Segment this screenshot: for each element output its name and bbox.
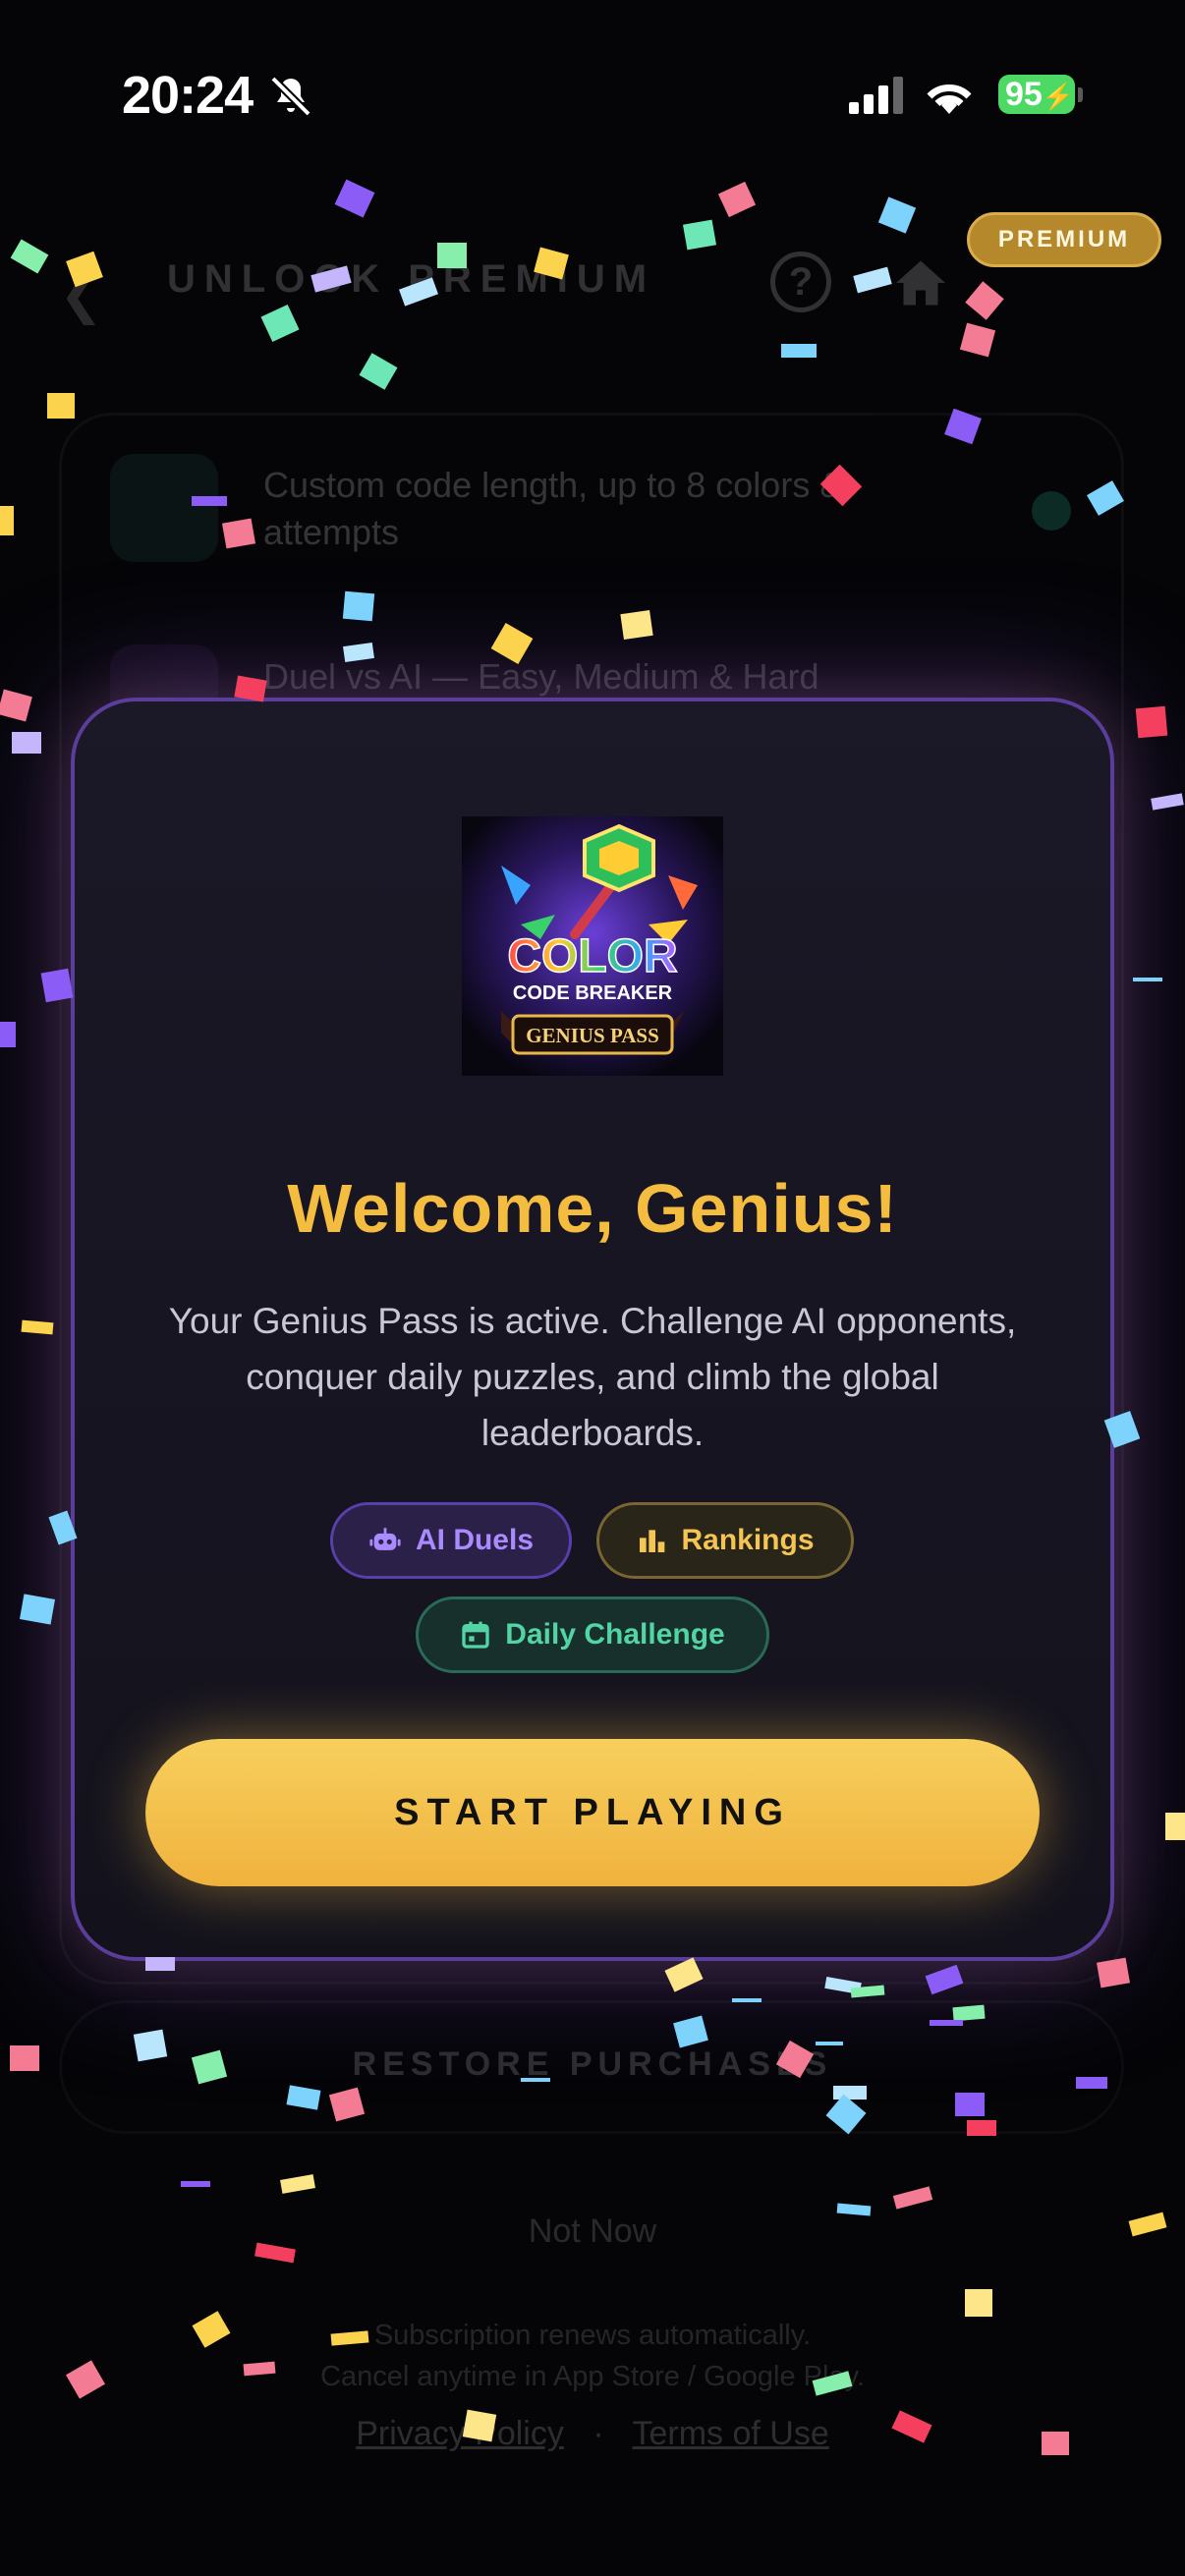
not-now-button[interactable]: Not Now (0, 2212, 1185, 2251)
restore-label: RESTORE PURCHASES (352, 2045, 833, 2083)
app-screen: ❮ UNLOCK PREMIUM ? Custom code length, u… (0, 0, 1185, 2576)
pill-label: AI Duels (415, 1524, 535, 1556)
pill-label: Daily Challenge (505, 1618, 725, 1651)
charging-bolt-icon: ⚡ (1042, 82, 1075, 111)
help-icon[interactable]: ? (770, 252, 831, 312)
genius-pass-logo: COLOR CODE BREAKER GENIUS PASS (462, 816, 723, 1076)
daily-challenge-pill: Daily Challenge (416, 1596, 769, 1673)
rankings-pill: Rankings (596, 1502, 854, 1579)
ai-duels-pill: AI Duels (330, 1502, 572, 1579)
welcome-body: Your Genius Pass is active. Challenge AI… (168, 1301, 1017, 1453)
check-icon (1032, 491, 1071, 531)
cellular-signal-icon (849, 77, 903, 114)
battery-level: 95 (1005, 76, 1043, 113)
home-icon[interactable] (890, 253, 951, 312)
premium-badge: PREMIUM (967, 212, 1161, 267)
feature-label: Duel vs AI — Easy, Medium & Hard (263, 656, 819, 697)
sliders-icon (110, 454, 218, 562)
feature-label: Custom code length, up to 8 colors & att… (263, 465, 844, 552)
battery-indicator: 95⚡ (998, 75, 1075, 114)
robot-icon (369, 1528, 401, 1550)
privacy-policy-link[interactable]: Privacy Policy (356, 2415, 564, 2452)
wifi-icon (927, 84, 972, 114)
bar-chart-icon (640, 1530, 665, 1552)
status-time: 20:24 (122, 66, 254, 125)
legal-text: Subscription renews automatically. Cance… (0, 2315, 1185, 2397)
pill-label: Rankings (681, 1524, 815, 1556)
logo-art: COLOR CODE BREAKER GENIUS PASS (462, 816, 723, 1076)
start-playing-button[interactable]: START PLAYING (145, 1739, 1040, 1886)
logo-pass-label: GENIUS PASS (526, 1024, 659, 1047)
bell-muted-icon (270, 76, 311, 117)
page-title: UNLOCK PREMIUM (167, 257, 656, 301)
terms-of-use-link[interactable]: Terms of Use (632, 2415, 828, 2452)
legal-line: Subscription renews automatically. (373, 2320, 812, 2351)
calendar-icon (462, 1621, 489, 1649)
battery-cap (1078, 87, 1083, 102)
legal-links: Privacy Policy · Terms of Use (0, 2415, 1185, 2453)
back-icon[interactable]: ❮ (59, 263, 103, 325)
legal-line: Cancel anytime in App Store / Google Pla… (320, 2361, 865, 2392)
welcome-headline: Welcome, Genius! (287, 1170, 898, 1247)
link-separator: · (592, 2415, 604, 2452)
logo-subtitle: CODE BREAKER (513, 982, 673, 1004)
logo-word: COLOR (507, 930, 677, 982)
